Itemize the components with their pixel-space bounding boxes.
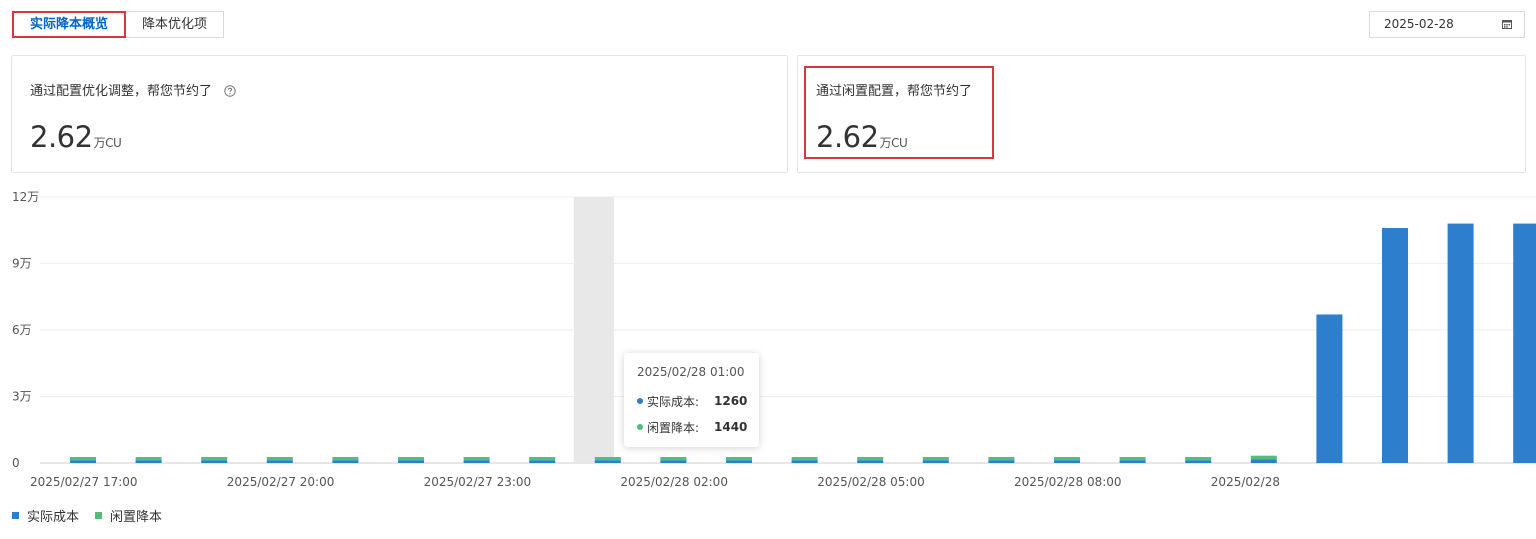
legend-label: 实际成本 — [27, 510, 80, 525]
y-tick-label: 9万 — [12, 257, 32, 271]
chart-tooltip: 2025/02/28 01:00 实际成本: 1260 闲置降本: 1440 — [624, 353, 759, 447]
view-tabs: 实际降本概览 降本优化项 — [12, 11, 225, 38]
x-tick-label: 2025/02/28 05:00 — [817, 475, 925, 489]
x-tick-label: 2025/02/28 — [1211, 475, 1280, 489]
bar-actual-cost — [1185, 460, 1212, 463]
bar-actual-cost — [398, 460, 424, 463]
bar-idle-savings — [857, 457, 884, 461]
bar-idle-savings — [1054, 457, 1080, 461]
legend-swatch-actual — [12, 512, 19, 519]
y-tick-label: 6万 — [12, 323, 32, 337]
calendar-icon — [1502, 20, 1512, 29]
bar-idle-savings — [1119, 457, 1146, 461]
help-icon[interactable] — [224, 85, 236, 97]
bar-actual-cost — [266, 460, 293, 463]
tooltip-row-actual: 实际成本: 1260 — [637, 388, 759, 414]
legend-item-idle[interactable]: 闲置降本 — [95, 506, 162, 525]
tooltip-label: 实际成本: — [647, 394, 700, 409]
tooltip-value: 1260 — [714, 394, 748, 408]
bar-actual-cost — [1382, 228, 1408, 463]
card-title: 通过闲置配置，帮您节约了 — [816, 84, 973, 99]
bar-actual-cost — [201, 460, 228, 463]
config-optimization-savings-card: 通过配置优化调整，帮您节约了 2.62万CU — [11, 55, 788, 173]
x-tick-label: 2025/02/27 20:00 — [227, 475, 335, 489]
bar-idle-savings — [988, 457, 1015, 461]
bar-actual-cost — [70, 460, 96, 463]
bar-actual-cost — [529, 460, 556, 463]
idle-config-savings-card: 通过闲置配置，帮您节约了 2.62万CU — [797, 55, 1526, 173]
x-tick-label: 2025/02/27 17:00 — [30, 475, 138, 489]
bar-actual-cost — [332, 460, 359, 463]
bar-idle-savings — [1185, 457, 1212, 461]
legend-swatch-idle — [95, 512, 103, 519]
tab-actual-savings-overview[interactable]: 实际降本概览 — [12, 11, 127, 38]
bar-idle-savings — [70, 457, 96, 461]
tooltip-value: 1440 — [714, 420, 748, 434]
cost-bar-chart: 0 3万 6万 9万 12万 2025/02/27 17:00 2025/02/27 20:… — [12, 190, 1536, 489]
legend-label: 闲置降本 — [110, 510, 163, 525]
chart-legend: 实际成本 闲置降本 — [12, 506, 178, 525]
bar-actual-cost — [922, 460, 949, 463]
bar-idle-savings — [266, 457, 293, 461]
bar-idle-savings — [660, 457, 687, 461]
bar-actual-cost — [857, 460, 884, 463]
card-title-text: 通过配置优化调整，帮您节约了 — [30, 84, 213, 99]
card-value-number: 2.62 — [816, 120, 879, 154]
date-picker-value: 2025-02-28 — [1384, 17, 1454, 31]
x-tick-label: 2025/02/28 02:00 — [620, 475, 728, 489]
tooltip-dot-actual — [637, 398, 643, 404]
bar-actual-cost — [988, 460, 1015, 463]
date-picker[interactable]: 2025-02-28 — [1369, 11, 1525, 38]
bar-actual-cost — [463, 460, 490, 463]
bar-idle-savings — [332, 457, 359, 461]
bar-actual-cost — [1447, 223, 1474, 463]
bar-actual-cost — [594, 460, 621, 463]
bar-actual-cost — [1119, 460, 1146, 463]
bar-idle-savings — [922, 457, 949, 461]
x-tick-label: 2025/02/28 08:00 — [1014, 475, 1122, 489]
bar-actual-cost — [135, 460, 162, 463]
hover-highlight-band — [573, 197, 614, 463]
y-tick-label: 0 — [12, 456, 20, 470]
tooltip-dot-idle — [637, 424, 643, 430]
bar-idle-savings — [1250, 455, 1277, 460]
tooltip-label: 闲置降本: — [647, 420, 700, 435]
bar-actual-cost — [726, 460, 752, 463]
tab-savings-optimization-items[interactable]: 降本优化项 — [126, 11, 225, 38]
tooltip-row-idle: 闲置降本: 1440 — [637, 414, 759, 440]
bar-idle-savings — [463, 457, 490, 461]
y-tick-label: 3万 — [12, 390, 32, 404]
card-title: 通过配置优化调整，帮您节约了 — [30, 80, 236, 99]
bar-idle-savings — [726, 457, 752, 461]
bar-actual-cost — [1316, 314, 1343, 463]
bar-idle-savings — [398, 457, 424, 461]
bar-actual-cost — [660, 460, 687, 463]
tooltip-time: 2025/02/28 01:00 — [637, 365, 745, 379]
card-value-unit: 万CU — [879, 136, 908, 150]
card-value: 2.62万CU — [816, 120, 908, 154]
card-value-number: 2.62 — [30, 120, 93, 154]
bar-idle-savings — [529, 457, 556, 461]
card-value: 2.62万CU — [30, 120, 122, 154]
bar-actual-cost — [1513, 223, 1536, 463]
legend-item-actual[interactable]: 实际成本 — [12, 506, 79, 525]
bar-idle-savings — [791, 457, 818, 461]
bar-idle-savings — [201, 457, 228, 461]
bar-actual-cost — [1054, 460, 1080, 463]
card-value-unit: 万CU — [93, 136, 122, 150]
bar-idle-savings — [594, 457, 621, 461]
bar-idle-savings — [135, 457, 162, 461]
x-tick-label: 2025/02/27 23:00 — [424, 475, 532, 489]
y-tick-label: 12万 — [12, 190, 39, 204]
bar-actual-cost — [791, 460, 818, 463]
bar-actual-cost — [1250, 459, 1277, 463]
